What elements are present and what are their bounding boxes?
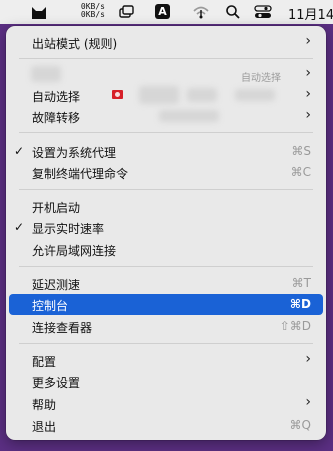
chevron-right-icon: › (305, 33, 311, 49)
separator (19, 266, 313, 267)
download-speed: 0KB/s (80, 10, 105, 19)
menu-item-show-speed[interactable]: ✓ 显示实时速率 (9, 217, 323, 238)
redacted-text (139, 86, 179, 104)
shortcut-label: ⌘T (291, 276, 311, 290)
chevron-right-icon: › (305, 394, 311, 410)
menu-item-label: 自动选择 (32, 90, 81, 104)
menu-item-latency-test[interactable]: 延迟测速 ⌘T (9, 273, 323, 294)
hong-kong-flag-icon (112, 90, 123, 99)
menubar-clock[interactable]: 11月14 (288, 4, 333, 23)
menu-item-more-settings[interactable]: 更多设置 (9, 371, 323, 392)
menu-item-label: 复制终端代理命令 (32, 167, 129, 181)
clash-menu: 出站模式 (规则) › 自动选择 › 自动选择 › 故障转移 › ✓ 设置为系统… (6, 26, 326, 440)
menu-item-quit[interactable]: 退出 ⌘Q (9, 415, 323, 436)
chevron-right-icon: › (305, 86, 311, 102)
menu-item-label: 开机启动 (32, 201, 81, 215)
menu-item-label: 帮助 (32, 398, 57, 412)
input-source-icon[interactable]: A (155, 4, 170, 19)
search-icon[interactable] (225, 4, 241, 20)
window-icon[interactable] (118, 4, 134, 20)
control-center-icon[interactable] (254, 4, 272, 20)
menu-item-config[interactable]: 配置 › (9, 350, 323, 371)
menu-item-outbound-mode[interactable]: 出站模式 (规则) › (9, 32, 323, 53)
menu-item-auto-select[interactable]: 自动选择 › (9, 85, 323, 106)
separator (19, 189, 313, 190)
menu-item-label: 显示实时速率 (32, 222, 105, 236)
menu-item-set-system-proxy[interactable]: ✓ 设置为系统代理 ⌘S (9, 141, 323, 162)
menubar: 0KB/s 0KB/s A 11月14 (0, 0, 333, 24)
redacted-text (159, 110, 219, 122)
menu-item-label: 设置为系统代理 (32, 146, 117, 160)
network-speed: 0KB/s 0KB/s (57, 3, 105, 19)
shortcut-label: ⌘C (290, 165, 311, 179)
separator (19, 132, 313, 133)
menu-item-dashboard[interactable]: 控制台 ⌘D (9, 294, 323, 315)
menu-item-allow-lan[interactable]: 允许局域网连接 (9, 239, 323, 260)
menu-item-launch-at-login[interactable]: 开机启动 (9, 196, 323, 217)
menu-item-label: 退出 (32, 420, 57, 434)
checkmark-icon: ✓ (14, 144, 25, 158)
checkmark-icon: ✓ (14, 220, 25, 234)
menu-item-connections-viewer[interactable]: 连接查看器 ⇧⌘D (9, 316, 323, 337)
menu-item-label: 更多设置 (32, 376, 81, 390)
separator (19, 343, 313, 344)
chevron-right-icon: › (305, 351, 311, 367)
menu-item-label: 配置 (32, 355, 57, 369)
redacted-text (235, 89, 275, 101)
shortcut-label: ⌘S (291, 144, 311, 158)
wifi-icon[interactable] (192, 4, 210, 20)
chevron-right-icon: › (305, 65, 311, 81)
menu-item-help[interactable]: 帮助 › (9, 393, 323, 414)
separator (19, 58, 313, 59)
menu-item-failover[interactable]: 故障转移 › (9, 106, 323, 127)
menu-item-label: 延迟测速 (32, 278, 81, 292)
redacted-text (31, 66, 61, 82)
menu-item-label: 故障转移 (32, 111, 81, 125)
proxy-group-hint: 自动选择 (241, 73, 281, 84)
menu-item-copy-terminal-command[interactable]: 复制终端代理命令 ⌘C (9, 162, 323, 183)
cat-icon[interactable] (30, 4, 48, 20)
menu-item-label: 允许局域网连接 (32, 244, 117, 258)
menu-item-label: 出站模式 (规则) (32, 37, 118, 51)
chevron-right-icon: › (305, 107, 311, 123)
shortcut-label: ⌘D (289, 297, 311, 311)
menu-item-label: 控制台 (32, 299, 69, 313)
menu-item-proxy-group[interactable]: 自动选择 › (9, 64, 323, 85)
menu-item-label: 连接查看器 (32, 321, 93, 335)
redacted-text (187, 88, 217, 102)
shortcut-label: ⇧⌘D (279, 319, 311, 333)
shortcut-label: ⌘Q (289, 418, 311, 432)
